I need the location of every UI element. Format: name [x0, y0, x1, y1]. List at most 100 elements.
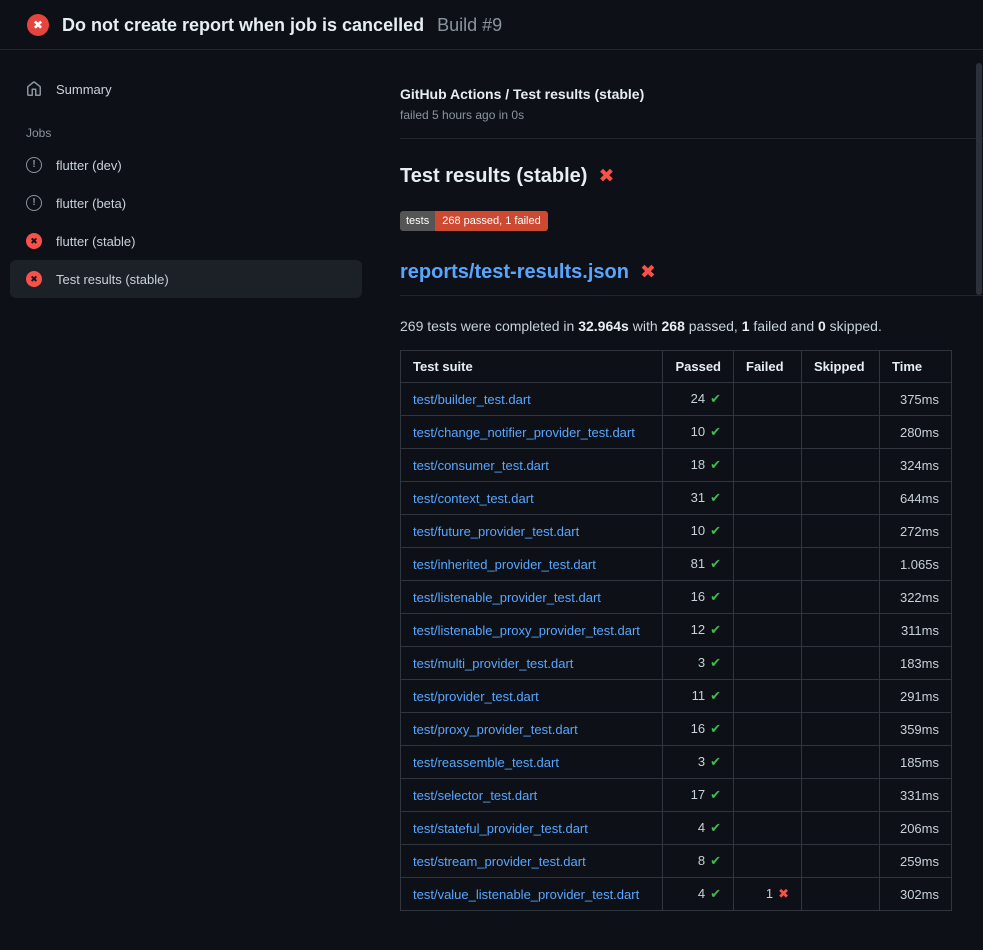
sidebar: Summary Jobs ! flutter (dev) ! flutter (…: [0, 50, 390, 298]
suite-link[interactable]: test/proxy_provider_test.dart: [413, 722, 578, 737]
failed-cell: [734, 482, 802, 515]
table-row: test/proxy_provider_test.dart 16✔ 359ms: [401, 713, 952, 746]
job-label: flutter (beta): [56, 196, 126, 211]
suite-cell: test/inherited_provider_test.dart: [401, 548, 663, 581]
suite-cell: test/future_provider_test.dart: [401, 515, 663, 548]
failed-cell: 1✖: [734, 878, 802, 911]
passed-cell: 12✔: [663, 614, 734, 647]
failed-cell: [734, 713, 802, 746]
exclamation-circle-icon: !: [26, 195, 42, 211]
report-link[interactable]: reports/test-results.json: [400, 261, 629, 284]
time-cell: 183ms: [880, 647, 952, 680]
suite-link[interactable]: test/stream_provider_test.dart: [413, 854, 586, 869]
badge-value: 268 passed, 1 failed: [435, 211, 547, 231]
skipped-cell: [802, 878, 880, 911]
passed-cell: 4✔: [663, 812, 734, 845]
time-cell: 324ms: [880, 449, 952, 482]
summary-failed-count: 1: [742, 318, 750, 334]
scrollbar[interactable]: [976, 63, 982, 295]
suite-link[interactable]: test/provider_test.dart: [413, 689, 539, 704]
skipped-cell: [802, 845, 880, 878]
table-row: test/change_notifier_provider_test.dart …: [401, 416, 952, 449]
passed-cell: 17✔: [663, 779, 734, 812]
time-cell: 311ms: [880, 614, 952, 647]
check-icon: ✔: [710, 523, 721, 538]
check-run-page: ✖ Do not create report when job is cance…: [0, 0, 983, 950]
time-cell: 259ms: [880, 845, 952, 878]
check-icon: ✔: [710, 820, 721, 835]
col-time: Time: [880, 351, 952, 383]
failed-cell: [734, 746, 802, 779]
sidebar-item-flutter-stable[interactable]: ✖ flutter (stable): [10, 222, 362, 260]
main-content: GitHub Actions / Test results (stable) f…: [390, 50, 983, 911]
table-row: test/multi_provider_test.dart 3✔ 183ms: [401, 647, 952, 680]
suite-cell: test/stateful_provider_test.dart: [401, 812, 663, 845]
sidebar-item-flutter-dev[interactable]: ! flutter (dev): [10, 146, 362, 184]
cross-icon: ✖: [778, 886, 789, 901]
suite-link[interactable]: test/listenable_proxy_provider_test.dart: [413, 623, 640, 638]
breadcrumb: GitHub Actions / Test results (stable): [400, 86, 983, 102]
table-row: test/listenable_proxy_provider_test.dart…: [401, 614, 952, 647]
check-icon: ✔: [710, 655, 721, 670]
summary-part: failed and: [750, 318, 819, 334]
table-row: test/listenable_provider_test.dart 16✔ 3…: [401, 581, 952, 614]
suite-link[interactable]: test/change_notifier_provider_test.dart: [413, 425, 635, 440]
skipped-cell: [802, 713, 880, 746]
suite-link[interactable]: test/future_provider_test.dart: [413, 524, 579, 539]
failed-cell: [734, 680, 802, 713]
suite-cell: test/proxy_provider_test.dart: [401, 713, 663, 746]
suite-link[interactable]: test/inherited_provider_test.dart: [413, 557, 596, 572]
time-cell: 280ms: [880, 416, 952, 449]
skipped-cell: [802, 548, 880, 581]
jobs-section-label: Jobs: [26, 126, 362, 140]
suite-link[interactable]: test/builder_test.dart: [413, 392, 531, 407]
skipped-cell: [802, 614, 880, 647]
check-icon: ✔: [710, 787, 721, 802]
skipped-cell: [802, 383, 880, 416]
suite-link[interactable]: test/stateful_provider_test.dart: [413, 821, 588, 836]
skipped-cell: [802, 482, 880, 515]
suite-link[interactable]: test/context_test.dart: [413, 491, 534, 506]
summary-part: 269 tests were completed in: [400, 318, 578, 334]
suite-link[interactable]: test/listenable_provider_test.dart: [413, 590, 601, 605]
job-label: flutter (stable): [56, 234, 135, 249]
table-row: test/reassemble_test.dart 3✔ 185ms: [401, 746, 952, 779]
sidebar-item-test-results-stable[interactable]: ✖ Test results (stable): [10, 260, 362, 298]
time-cell: 644ms: [880, 482, 952, 515]
suite-cell: test/listenable_proxy_provider_test.dart: [401, 614, 663, 647]
x-circle-icon: ✖: [26, 233, 42, 249]
table-row: test/builder_test.dart 24✔ 375ms: [401, 383, 952, 416]
job-label: flutter (dev): [56, 158, 122, 173]
table-row: test/value_listenable_provider_test.dart…: [401, 878, 952, 911]
failed-cell: [734, 581, 802, 614]
x-circle-icon: ✖: [26, 271, 42, 287]
suite-link[interactable]: test/selector_test.dart: [413, 788, 537, 803]
status-line: failed 5 hours ago in 0s: [400, 108, 983, 122]
failed-cell: [734, 416, 802, 449]
passed-cell: 81✔: [663, 548, 734, 581]
time-cell: 206ms: [880, 812, 952, 845]
failed-cell: [734, 812, 802, 845]
suite-link[interactable]: test/value_listenable_provider_test.dart: [413, 887, 639, 902]
check-icon: ✔: [710, 721, 721, 736]
check-icon: ✔: [710, 688, 721, 703]
col-failed: Failed: [734, 351, 802, 383]
suite-cell: test/listenable_provider_test.dart: [401, 581, 663, 614]
table-row: test/context_test.dart 31✔ 644ms: [401, 482, 952, 515]
sidebar-item-flutter-beta[interactable]: ! flutter (beta): [10, 184, 362, 222]
divider: [400, 138, 983, 139]
sidebar-item-summary[interactable]: Summary: [10, 70, 362, 108]
skipped-cell: [802, 746, 880, 779]
suite-link[interactable]: test/consumer_test.dart: [413, 458, 549, 473]
check-icon: ✔: [710, 853, 721, 868]
check-icon: ✔: [710, 424, 721, 439]
skipped-cell: [802, 581, 880, 614]
col-passed: Passed: [663, 351, 734, 383]
content-area: Summary Jobs ! flutter (dev) ! flutter (…: [0, 50, 983, 911]
table-row: test/stateful_provider_test.dart 4✔ 206m…: [401, 812, 952, 845]
failed-cell: [734, 515, 802, 548]
suite-link[interactable]: test/multi_provider_test.dart: [413, 656, 573, 671]
table-row: test/selector_test.dart 17✔ 331ms: [401, 779, 952, 812]
table-row: test/consumer_test.dart 18✔ 324ms: [401, 449, 952, 482]
suite-link[interactable]: test/reassemble_test.dart: [413, 755, 559, 770]
